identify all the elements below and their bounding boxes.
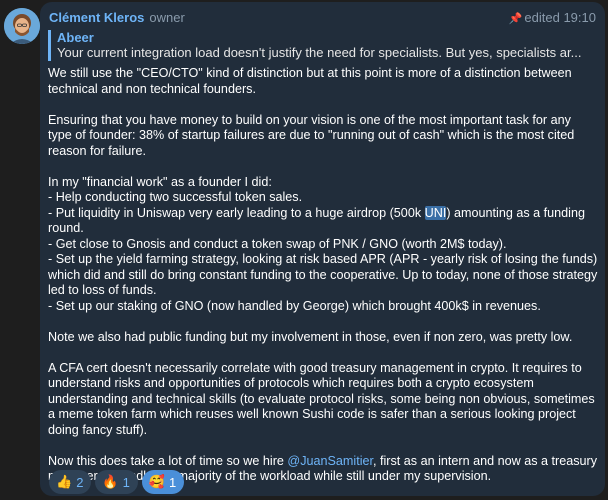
list-item: - Set up the yield farming strategy, loo… — [48, 252, 598, 297]
message-header: Clément Kleros owner 📌 edited 19:10 — [49, 9, 600, 27]
list-item: - Get close to Gnosis and conduct a toke… — [48, 236, 507, 251]
user-mention-link[interactable]: @JuanSamitier — [287, 454, 373, 468]
message-meta: 📌 edited 19:10 — [509, 9, 596, 28]
reply-text: Your current integration load doesn't ju… — [57, 45, 582, 60]
reactions-bar: 👍 2 🔥 1 🥰 1 — [49, 470, 185, 494]
avatar-portrait — [4, 8, 40, 44]
reaction-count: 1 — [122, 474, 130, 490]
reply-author: Abeer — [57, 30, 94, 45]
reply-quote[interactable]: Abeer Your current integration load does… — [48, 30, 605, 61]
list-item: - Help conducting two successful token s… — [48, 190, 303, 204]
edited-timestamp: edited 19:10 — [524, 10, 596, 25]
author-avatar[interactable] — [4, 8, 40, 44]
reaction-smiling-hearts[interactable]: 🥰 1 — [141, 470, 185, 494]
selected-text: UNI — [424, 205, 447, 220]
pin-icon: 📌 — [508, 13, 523, 25]
author-role: owner — [149, 10, 185, 25]
paragraph: A CFA cert doesn't necessarily correlate… — [48, 360, 595, 437]
reaction-count: 2 — [76, 474, 84, 490]
author-name[interactable]: Clément Kleros — [49, 10, 144, 25]
paragraph: We still use the "CEO/CTO" kind of disti… — [48, 66, 572, 96]
fire-icon: 🔥 — [102, 474, 119, 489]
paragraph: Ensuring that you have money to build on… — [48, 112, 575, 158]
thumbs-up-icon: 👍 — [56, 474, 73, 489]
list-item: - Put liquidity in Uniswap very early le… — [48, 205, 585, 235]
list-item: - Set up our staking of GNO (now handled… — [48, 298, 541, 313]
reaction-thumbs-up[interactable]: 👍 2 — [49, 470, 92, 494]
reaction-fire[interactable]: 🔥 1 — [95, 470, 138, 494]
reaction-count: 1 — [169, 474, 177, 490]
message-body: We still use the "CEO/CTO" kind of disti… — [48, 66, 598, 485]
paragraph: Note we also had public funding but my i… — [48, 329, 573, 344]
paragraph: In my "financial work" as a founder I di… — [48, 174, 272, 189]
smiling-face-hearts-icon: 🥰 — [148, 474, 166, 489]
